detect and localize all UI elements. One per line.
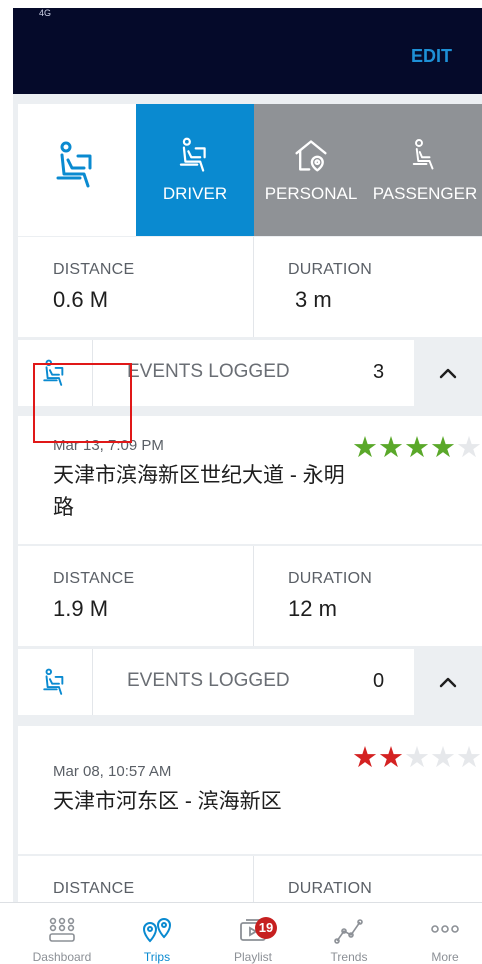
- duration-value: 12 m: [288, 596, 337, 621]
- divider: [253, 546, 254, 646]
- duration-label: DURATION: [288, 880, 372, 897]
- star-empty-icon: ★: [456, 742, 482, 774]
- tab-dashboard[interactable]: Dashboard: [22, 903, 102, 964]
- star-icon: ★: [404, 432, 430, 464]
- passenger-seat-icon: [412, 139, 434, 170]
- edit-button[interactable]: EDIT: [411, 46, 452, 67]
- tab-more[interactable]: More: [405, 903, 482, 964]
- distance-label: DISTANCE: [53, 880, 135, 897]
- duration-label: DURATION: [288, 261, 372, 278]
- star-empty-icon: ★: [404, 742, 430, 774]
- trips-icon: [142, 917, 172, 943]
- distance-label: DISTANCE: [53, 570, 135, 587]
- duration-value: 3 m: [295, 287, 332, 312]
- rating-stars: ★ ★ ★ ★ ★: [352, 434, 482, 463]
- events-logged-label: EVENTS LOGGED: [127, 361, 290, 382]
- star-icon: ★: [352, 432, 378, 464]
- star-icon: ★: [352, 742, 378, 774]
- driver-seat-icon: [43, 668, 64, 695]
- chevron-up-icon: [439, 368, 457, 379]
- trip-type-passenger-label: PASSENGER: [372, 184, 478, 203]
- duration-label: DURATION: [288, 570, 372, 587]
- driver-seat-icon: [179, 137, 206, 172]
- trends-icon: [334, 919, 363, 944]
- highlight-box: [33, 363, 132, 443]
- tab-trends-label: Trends: [330, 950, 368, 964]
- tab-playlist[interactable]: 19 Playlist: [213, 903, 293, 964]
- tab-dashboard-label: Dashboard: [32, 950, 92, 964]
- events-logged-label: EVENTS LOGGED: [127, 670, 290, 691]
- status-indicator: 4G: [39, 8, 52, 18]
- trip-stats-card: DISTANCE 1.9 M DURATION 12 m: [18, 546, 482, 646]
- dashboard-icon: [49, 917, 75, 942]
- star-empty-icon: ★: [456, 432, 482, 464]
- more-icon: [431, 925, 459, 933]
- trip-type-selector: DRIVER PERSONAL PASSENGER: [18, 104, 482, 236]
- divider: [253, 237, 254, 337]
- distance-label: DISTANCE: [53, 261, 135, 278]
- trip-card[interactable]: Mar 08, 10:57 AM ★ ★ ★ ★ ★ 天津市河东区 - 滨海新区: [18, 726, 482, 854]
- home-location-icon: [295, 140, 327, 172]
- trip-type-driver[interactable]: DRIVER: [136, 104, 254, 236]
- events-logged-count: 3: [373, 361, 385, 383]
- trip-type-personal[interactable]: PERSONAL: [254, 104, 368, 236]
- driver-seat-icon: [56, 141, 92, 188]
- distance-value: 0.6 M: [53, 287, 109, 312]
- star-icon: ★: [430, 432, 456, 464]
- star-icon: ★: [378, 742, 404, 774]
- trip-stats-card: DISTANCE DURATION: [18, 856, 482, 902]
- trip-title: 天津市滨海新区世纪大道 - 永明路: [53, 464, 345, 519]
- collapse-button[interactable]: [414, 340, 482, 406]
- tab-trends[interactable]: Trends: [309, 903, 389, 964]
- rating-stars: ★ ★ ★ ★ ★: [352, 744, 482, 773]
- app-header: 4G EDIT: [13, 8, 482, 94]
- trip-type-driver-label: DRIVER: [162, 184, 228, 203]
- tab-trips[interactable]: Trips: [117, 903, 197, 964]
- star-empty-icon: ★: [430, 742, 456, 774]
- collapse-button[interactable]: [414, 649, 482, 715]
- trip-type-passenger[interactable]: PASSENGER: [368, 104, 482, 236]
- events-icon-box: [18, 649, 93, 715]
- trip-date: Mar 08, 10:57 AM: [53, 763, 172, 780]
- events-logged-count: 0: [373, 670, 385, 692]
- divider: [253, 856, 254, 902]
- star-icon: ★: [378, 432, 404, 464]
- trip-title: 天津市河东区 - 滨海新区: [53, 790, 282, 813]
- trip-type-personal-label: PERSONAL: [264, 184, 358, 203]
- chevron-up-icon: [439, 677, 457, 688]
- distance-value: 1.9 M: [53, 596, 109, 621]
- bottom-tab-bar: Dashboard Trips 19 Playlist Trends More: [0, 902, 482, 964]
- trip-type-current[interactable]: [18, 104, 136, 236]
- tab-trips-label: Trips: [143, 950, 171, 964]
- trips-list[interactable]: DRIVER PERSONAL PASSENGER DISTANCE 0.6 M: [13, 94, 482, 902]
- events-logged-row[interactable]: EVENTS LOGGED 0: [18, 649, 482, 715]
- trip-stats-card: DISTANCE 0.6 M DURATION 3 m: [18, 237, 482, 337]
- tab-playlist-label: Playlist: [233, 950, 272, 964]
- tab-more-label: More: [431, 950, 459, 964]
- playlist-badge: 19: [255, 917, 277, 939]
